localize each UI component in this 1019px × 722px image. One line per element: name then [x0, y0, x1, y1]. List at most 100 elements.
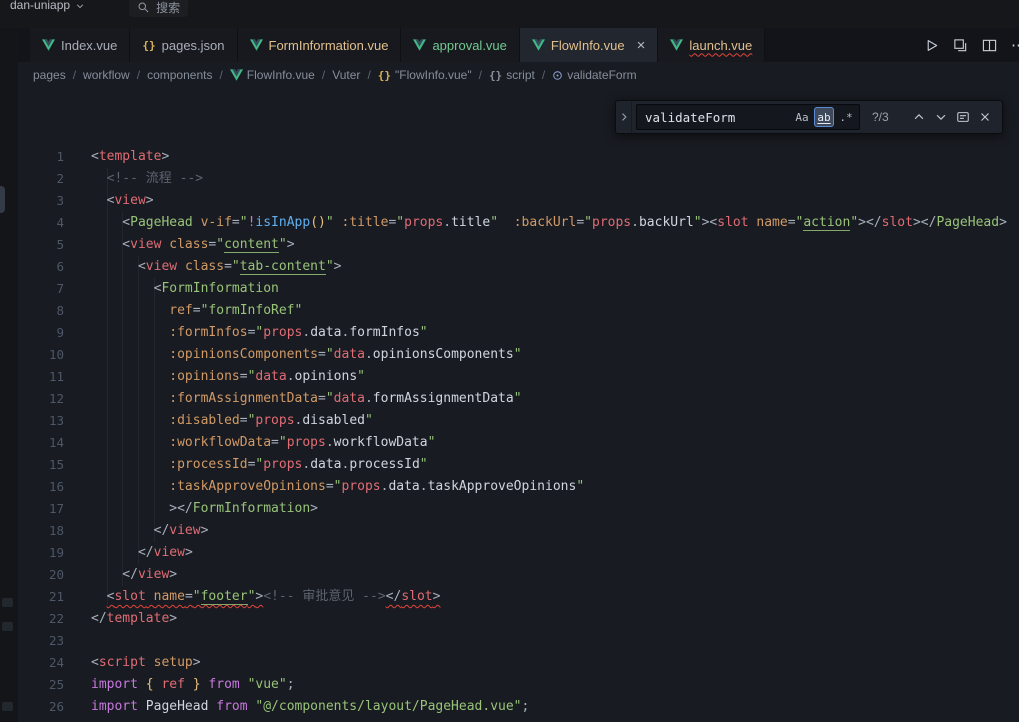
- code-token: <!-- 流程 -->: [107, 171, 203, 186]
- run-button[interactable]: [924, 38, 939, 53]
- more-actions-button[interactable]: ⋯: [1011, 36, 1019, 54]
- code-token: ": [279, 237, 287, 252]
- tab-forminformation-vue[interactable]: FormInformation.vue: [238, 28, 402, 62]
- tab-index-vue[interactable]: Index.vue: [30, 28, 130, 62]
- code-line-15[interactable]: 15 :processId="props.data.processId": [18, 454, 1019, 476]
- line-number: 19: [18, 542, 64, 564]
- titlebar-search[interactable]: 搜索: [129, 0, 188, 17]
- regex-button[interactable]: .*: [836, 107, 856, 127]
- code-line-6[interactable]: 6 <view class="tab-content">: [18, 256, 1019, 278]
- code-token: slot: [401, 589, 432, 604]
- code-token: view: [169, 523, 200, 538]
- code-line-2[interactable]: 2 <!-- 流程 -->: [18, 168, 1019, 190]
- code-line-8[interactable]: 8 ref="formInfoRef": [18, 300, 1019, 322]
- code-token: ": [428, 435, 436, 450]
- find-in-selection-button[interactable]: [952, 106, 974, 128]
- code-token: ></: [91, 501, 193, 516]
- code-area[interactable]: 1<template>2 <!-- 流程 -->3 <view>4 <PageH…: [18, 146, 1019, 718]
- code-token: .: [443, 215, 451, 230]
- code-line-18[interactable]: 18 </view>: [18, 520, 1019, 542]
- code-line-16[interactable]: 16 :taskApproveOpinions="props.data.task…: [18, 476, 1019, 498]
- code-token: <: [91, 237, 130, 252]
- vue-icon: [230, 69, 243, 81]
- code-line-20[interactable]: 20 </view>: [18, 564, 1019, 586]
- search-icon: [137, 1, 150, 14]
- code-line-17[interactable]: 17 ></FormInformation>: [18, 498, 1019, 520]
- chevron-up-icon: [912, 110, 926, 124]
- code-line-14[interactable]: 14 :workflowData="props.workflowData": [18, 432, 1019, 454]
- chevron-right-icon: [618, 111, 630, 123]
- split-editor-button[interactable]: [982, 38, 997, 53]
- close-tab-button[interactable]: ×: [637, 38, 646, 53]
- code-line-12[interactable]: 12 :formAssignmentData="data.formAssignm…: [18, 388, 1019, 410]
- tab-flowinfo-vue[interactable]: FlowInfo.vue×: [520, 28, 658, 62]
- toggle-replace-button[interactable]: [616, 101, 632, 133]
- code-line-10[interactable]: 10 :opinionsComponents="data.opinionsCom…: [18, 344, 1019, 366]
- code-line-21[interactable]: 21 <slot name="footer"><!-- 审批意见 --></sl…: [18, 586, 1019, 608]
- line-number: 15: [18, 454, 64, 476]
- code-line-22[interactable]: 22</template>: [18, 608, 1019, 630]
- code-line-1[interactable]: 1<template>: [18, 146, 1019, 168]
- code-token: opinions: [295, 369, 358, 384]
- code-line-23[interactable]: 23: [18, 630, 1019, 652]
- code-token: :formAssignmentData: [169, 391, 318, 406]
- code-token: >: [161, 149, 169, 164]
- code-token: formInfos: [349, 325, 419, 340]
- code-token: [91, 369, 169, 384]
- find-input[interactable]: validateForm Aa ab .*: [636, 104, 860, 130]
- tab-launch-vue[interactable]: launch.vue: [658, 28, 765, 62]
- breadcrumb-item-components[interactable]: components: [147, 68, 212, 82]
- breadcrumb-item-script[interactable]: {}script: [489, 68, 535, 82]
- match-case-button[interactable]: Aa: [792, 107, 812, 127]
- code-token: :title: [342, 215, 389, 230]
- code-token: ></: [858, 215, 881, 230]
- breadcrumb-item-pages[interactable]: pages: [33, 68, 66, 82]
- code-line-19[interactable]: 19 </view>: [18, 542, 1019, 564]
- tab-pages-json[interactable]: {}pages.json: [130, 28, 237, 62]
- code-token: footer: [201, 589, 248, 605]
- open-changes-button[interactable]: [953, 38, 968, 53]
- code-token: .: [631, 215, 639, 230]
- code-line-9[interactable]: 9 :formInfos="props.data.formInfos": [18, 322, 1019, 344]
- code-token: ref: [161, 677, 184, 692]
- close-find-button[interactable]: [974, 106, 996, 128]
- breadcrumb-item-workflow[interactable]: workflow: [83, 68, 130, 82]
- vue-icon: [250, 39, 263, 51]
- next-match-button[interactable]: [930, 106, 952, 128]
- breadcrumb-label: pages: [33, 68, 66, 82]
- code-token: >: [193, 655, 201, 670]
- code-token: ;: [287, 677, 295, 692]
- code-token: class: [169, 237, 208, 252]
- breadcrumb-item-vuter[interactable]: Vuter: [332, 68, 360, 82]
- code-token: ref: [169, 303, 192, 318]
- project-menu[interactable]: dan-uniapp: [10, 0, 85, 12]
- code-token: =: [224, 259, 232, 274]
- code-token: ": [514, 347, 522, 362]
- code-token: =: [240, 413, 248, 428]
- previous-match-button[interactable]: [908, 106, 930, 128]
- code-token: props: [263, 457, 302, 472]
- tab-bar: Index.vue{}pages.jsonFormInformation.vue…: [18, 28, 1019, 62]
- line-number: 11: [18, 366, 64, 388]
- code-line-3[interactable]: 3 <view>: [18, 190, 1019, 212]
- code-token: props: [287, 435, 326, 450]
- code-line-13[interactable]: 13 :disabled="props.disabled": [18, 410, 1019, 432]
- code-line-11[interactable]: 11 :opinions="data.opinions": [18, 366, 1019, 388]
- code-token: >: [146, 193, 154, 208]
- breadcrumb-item-flowinfo-vue[interactable]: FlowInfo.vue: [230, 68, 315, 82]
- code-line-25[interactable]: 25import { ref } from "vue";: [18, 674, 1019, 696]
- whole-word-button[interactable]: ab: [814, 107, 834, 127]
- code-line-7[interactable]: 7 <FormInformation: [18, 278, 1019, 300]
- breadcrumb-item--flowinfo-vue-[interactable]: {}"FlowInfo.vue": [378, 68, 472, 82]
- breadcrumb-item-validateform[interactable]: validateForm: [552, 68, 636, 82]
- code-line-4[interactable]: 4 <PageHead v-if="!isInApp()" :title="pr…: [18, 212, 1019, 234]
- code-editor[interactable]: 1<template>2 <!-- 流程 -->3 <view>4 <PageH…: [18, 88, 1019, 722]
- tab-approval-vue[interactable]: approval.vue: [401, 28, 519, 62]
- code-token: opinionsComponents: [373, 347, 514, 362]
- code-line-5[interactable]: 5 <view class="content">: [18, 234, 1019, 256]
- code-token: [138, 677, 146, 692]
- code-token: [91, 413, 169, 428]
- code-line-24[interactable]: 24<script setup>: [18, 652, 1019, 674]
- code-line-26[interactable]: 26import PageHead from "@/components/lay…: [18, 696, 1019, 718]
- breadcrumb: pages/workflow/components/FlowInfo.vue/V…: [18, 62, 1019, 88]
